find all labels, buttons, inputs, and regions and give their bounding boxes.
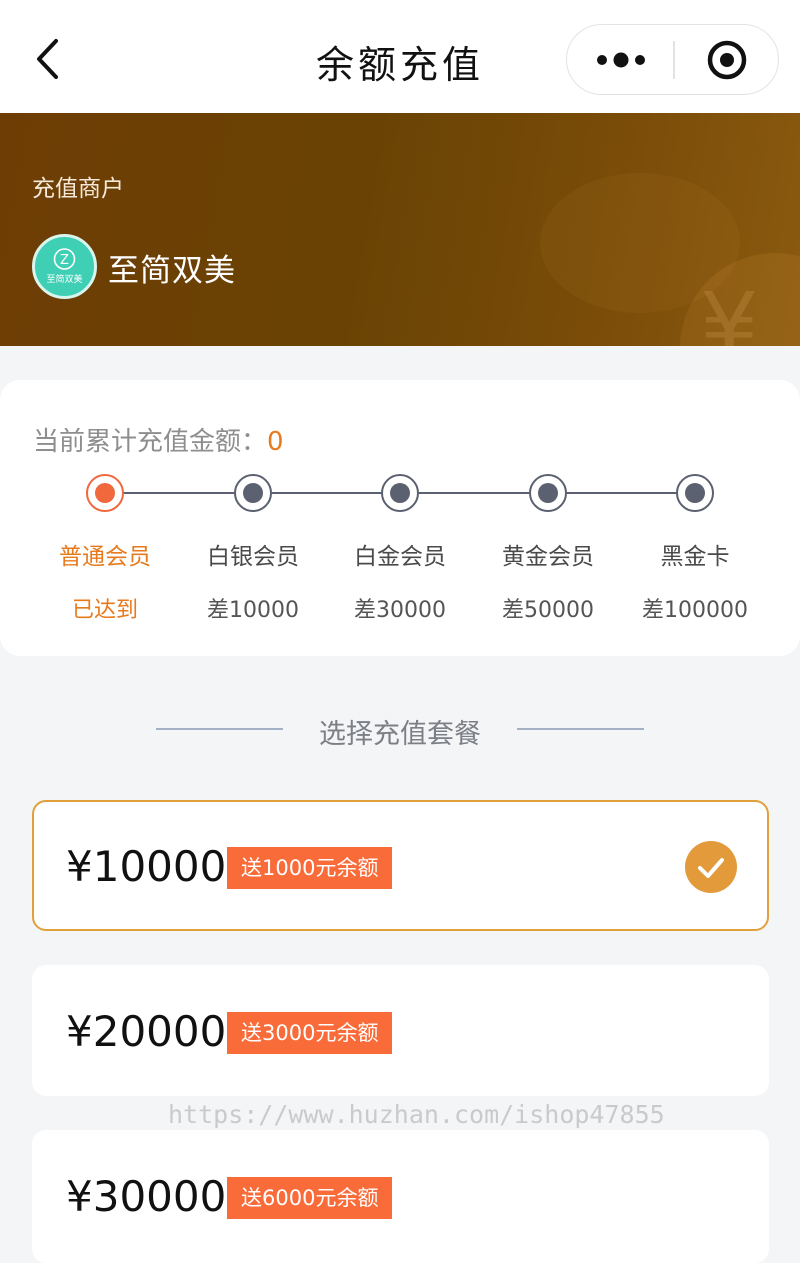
plan-price: ¥20000 — [66, 1007, 227, 1056]
level-node-platinum — [381, 474, 419, 512]
plan-price: ¥30000 — [66, 1172, 227, 1221]
merchant-name: 至简双美 — [108, 253, 236, 289]
level-name: 黑金卡 — [660, 544, 730, 570]
recharge-plan-option[interactable]: ¥10000 送1000元余额 — [32, 800, 769, 931]
plan-price: ¥10000 — [66, 842, 227, 891]
level-node-silver — [234, 474, 272, 512]
level-name: 普通会员 — [59, 544, 151, 570]
plan-bonus-badge: 送6000元余额 — [227, 1177, 393, 1219]
recharge-plan-option[interactable]: ¥20000 送3000元余额 — [32, 965, 769, 1096]
plans-section-heading: 选择充值套餐 — [0, 710, 800, 750]
target-circle-icon — [707, 40, 747, 80]
more-button[interactable] — [587, 25, 673, 93]
recharge-plan-option[interactable]: ¥30000 送6000元余额 — [32, 1130, 769, 1263]
level-node-regular — [86, 474, 124, 512]
level-status: 差30000 — [354, 598, 446, 623]
level-status: 已达到 — [71, 598, 138, 623]
plans-section-title: 选择充值套餐 — [319, 719, 481, 750]
membership-level-card: 当前累计充值金额：0 普通会员 白银会员 白金会员 黄金会员 黑金卡 已达到 差… — [0, 380, 800, 656]
level-node-gold — [529, 474, 567, 512]
merchant-banner: ¥ 充值商户 Z 至简双美 至简双美 — [0, 113, 800, 346]
plan-bonus-badge: 送1000元余额 — [227, 847, 393, 889]
level-name: 白银会员 — [207, 544, 299, 570]
merchant-logo-icon: Z 至简双美 — [32, 234, 97, 299]
plan-bonus-badge: 送3000元余额 — [227, 1012, 393, 1054]
level-name: 黄金会员 — [502, 544, 594, 570]
logo-text: 至简双美 — [46, 273, 82, 285]
capsule-divider — [673, 41, 675, 79]
navigation-bar: 余额充值 — [0, 0, 800, 113]
logo-letter: Z — [60, 253, 69, 268]
cumulative-recharge-value: 0 — [267, 427, 284, 457]
yen-decoration: ¥ — [700, 273, 759, 346]
level-status: 差50000 — [502, 598, 594, 623]
watermark-text: https://www.huzhan.com/ishop47855 — [168, 1100, 665, 1129]
level-status: 差100000 — [642, 598, 748, 623]
selected-check-icon — [685, 841, 737, 893]
mini-program-capsule — [566, 24, 779, 95]
close-mini-program-button[interactable] — [687, 25, 771, 93]
level-name: 白金会员 — [354, 544, 446, 570]
more-dots-icon — [597, 52, 645, 68]
level-node-black-gold — [676, 474, 714, 512]
merchant-label: 充值商户 — [32, 176, 124, 202]
level-status: 差10000 — [207, 598, 299, 623]
cumulative-recharge-label: 当前累计充值金额：0 — [33, 421, 284, 458]
section-divider-right — [517, 728, 644, 730]
cumulative-label-text: 当前累计充值金额： — [33, 427, 268, 457]
